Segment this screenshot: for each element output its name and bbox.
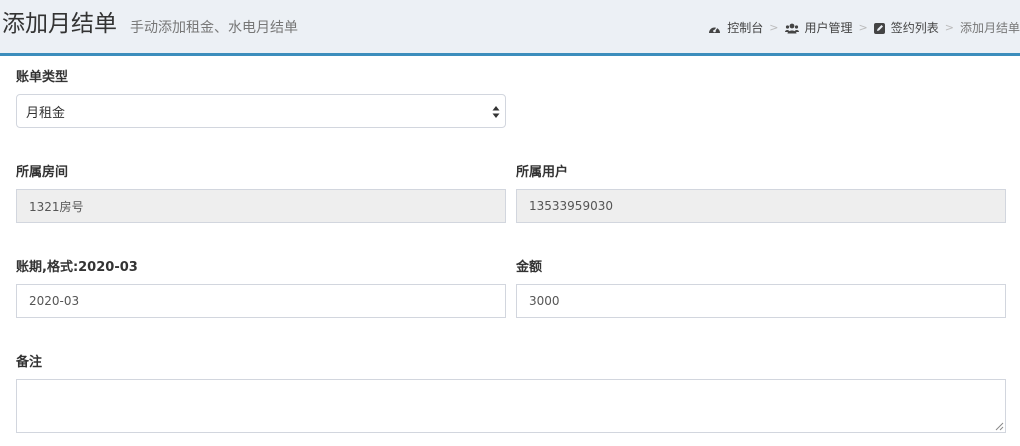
breadcrumb: 控制台 > 用户管理 > 签约列表 > 添加月结单 xyxy=(708,18,1020,38)
breadcrumb-separator: > xyxy=(944,21,954,34)
room-label: 所属房间 xyxy=(16,165,69,180)
period-label: 账期,格式:2020-03 xyxy=(16,260,138,275)
edit-icon xyxy=(873,22,885,34)
user-label: 所属用户 xyxy=(516,165,569,180)
bill-type-value: 月租金 xyxy=(26,105,66,121)
page-subtitle: 手动添加租金、水电月结单 xyxy=(130,20,298,36)
remark-textarea[interactable] xyxy=(16,379,1006,433)
content-header: 添加月结单 手动添加租金、水电月结单 控制台 > 用户管理 > 签约列表 > 添… xyxy=(0,0,1020,53)
select-arrows-icon xyxy=(492,106,500,118)
remark-label: 备注 xyxy=(16,355,43,370)
breadcrumb-separator: > xyxy=(769,21,779,34)
bill-type-label: 账单类型 xyxy=(16,70,69,85)
dashboard-icon xyxy=(709,26,721,33)
breadcrumb-label: 签约列表 xyxy=(890,21,939,35)
breadcrumb-item-contracts[interactable]: 签约列表 xyxy=(873,18,939,38)
amount-label: 金额 xyxy=(516,260,543,275)
page-title: 添加月结单 xyxy=(2,11,117,37)
bill-type-select[interactable]: 月租金 xyxy=(16,94,506,128)
room-field[interactable]: 1321房号 xyxy=(16,189,506,223)
form-box: 账单类型 月租金 所属房间 1321房号 所属用户 13533959030 账期… xyxy=(0,53,1020,446)
breadcrumb-label: 控制台 xyxy=(727,21,764,35)
users-icon xyxy=(784,23,799,33)
breadcrumb-item-users[interactable]: 用户管理 xyxy=(784,18,853,38)
resize-grip-icon[interactable] xyxy=(995,422,1004,431)
user-field[interactable]: 13533959030 xyxy=(516,189,1006,223)
period-input[interactable]: 2020-03 xyxy=(16,284,506,318)
breadcrumb-item-dashboard[interactable]: 控制台 xyxy=(708,18,763,38)
amount-input[interactable]: 3000 xyxy=(516,284,1006,318)
breadcrumb-separator: > xyxy=(858,21,868,34)
breadcrumb-label: 用户管理 xyxy=(804,21,853,35)
breadcrumb-item-current: 添加月结单 xyxy=(959,21,1020,35)
